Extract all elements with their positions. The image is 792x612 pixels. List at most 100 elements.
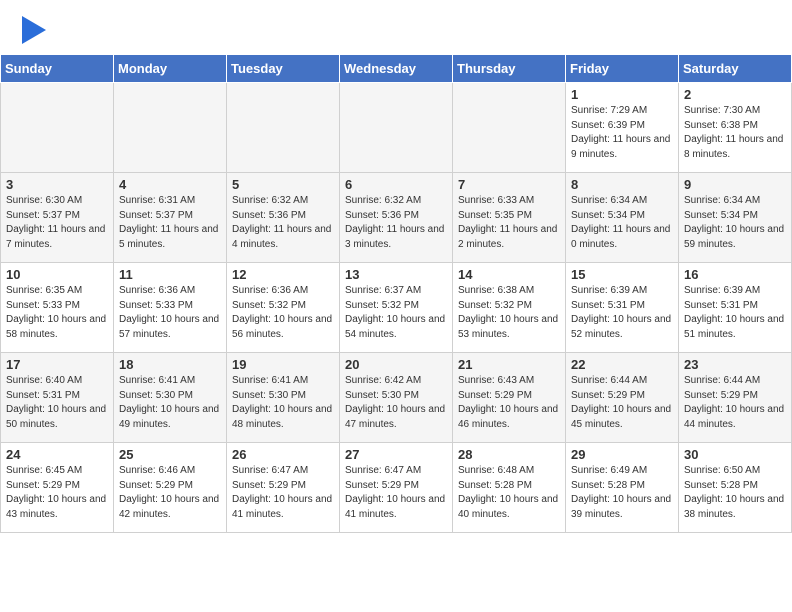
calendar-day-cell: 3 Sunrise: 6:30 AM Sunset: 5:37 PM Daylig…: [1, 173, 114, 263]
logo-icon: [22, 16, 46, 44]
weekday-header-friday: Friday: [566, 55, 679, 83]
day-number: 10: [6, 267, 108, 282]
day-info: Sunrise: 6:32 AM Sunset: 5:36 PM Dayligh…: [345, 194, 447, 252]
day-info: Sunrise: 6:49 AM Sunset: 5:28 PM Dayligh…: [571, 464, 673, 522]
day-number: 20: [345, 357, 447, 372]
calendar-day-cell: 23 Sunrise: 6:44 AM Sunset: 5:29 PM Dayli…: [679, 353, 792, 443]
day-info: Sunrise: 6:36 AM Sunset: 5:33 PM Dayligh…: [119, 284, 221, 342]
weekday-header-sunday: Sunday: [1, 55, 114, 83]
calendar-day-cell: 2 Sunrise: 7:30 AM Sunset: 6:38 PM Daylig…: [679, 83, 792, 173]
day-number: 17: [6, 357, 108, 372]
day-number: 12: [232, 267, 334, 282]
calendar-day-cell: 16 Sunrise: 6:39 AM Sunset: 5:31 PM Dayli…: [679, 263, 792, 353]
day-info: Sunrise: 6:39 AM Sunset: 5:31 PM Dayligh…: [684, 284, 786, 342]
day-number: 1: [571, 87, 673, 102]
day-number: 29: [571, 447, 673, 462]
day-info: Sunrise: 6:33 AM Sunset: 5:35 PM Dayligh…: [458, 194, 560, 252]
calendar-day-cell: 17Sunrise: 6:40 AM Sunset: 5:31 PM Dayli…: [1, 353, 114, 443]
day-info: Sunrise: 7:30 AM Sunset: 6:38 PM Dayligh…: [684, 104, 786, 162]
weekday-header-wednesday: Wednesday: [340, 55, 453, 83]
day-number: 11: [119, 267, 221, 282]
day-number: 23: [684, 357, 786, 372]
calendar-week-row: 3 Sunrise: 6:30 AM Sunset: 5:37 PM Daylig…: [1, 173, 792, 263]
calendar-week-row: 10Sunrise: 6:35 AM Sunset: 5:33 PM Dayli…: [1, 263, 792, 353]
calendar-day-cell: [1, 83, 114, 173]
calendar-day-cell: 26 Sunrise: 6:47 AM Sunset: 5:29 PM Dayli…: [227, 443, 340, 533]
calendar-day-cell: 13 Sunrise: 6:37 AM Sunset: 5:32 PM Dayli…: [340, 263, 453, 353]
day-number: 9: [684, 177, 786, 192]
day-info: Sunrise: 6:47 AM Sunset: 5:29 PM Dayligh…: [232, 464, 334, 522]
day-number: 25: [119, 447, 221, 462]
day-info: Sunrise: 6:39 AM Sunset: 5:31 PM Dayligh…: [571, 284, 673, 342]
calendar-day-cell: 14 Sunrise: 6:38 AM Sunset: 5:32 PM Dayli…: [453, 263, 566, 353]
calendar-day-cell: 12 Sunrise: 6:36 AM Sunset: 5:32 PM Dayli…: [227, 263, 340, 353]
day-info: Sunrise: 6:37 AM Sunset: 5:32 PM Dayligh…: [345, 284, 447, 342]
day-number: 6: [345, 177, 447, 192]
day-info: Sunrise: 6:47 AM Sunset: 5:29 PM Dayligh…: [345, 464, 447, 522]
day-number: 8: [571, 177, 673, 192]
day-number: 26: [232, 447, 334, 462]
day-number: 2: [684, 87, 786, 102]
calendar-day-cell: 6 Sunrise: 6:32 AM Sunset: 5:36 PM Daylig…: [340, 173, 453, 263]
calendar-day-cell: 4 Sunrise: 6:31 AM Sunset: 5:37 PM Daylig…: [114, 173, 227, 263]
day-number: 30: [684, 447, 786, 462]
day-number: 27: [345, 447, 447, 462]
day-number: 19: [232, 357, 334, 372]
calendar-day-cell: 20 Sunrise: 6:42 AM Sunset: 5:30 PM Dayli…: [340, 353, 453, 443]
weekday-header-row: SundayMondayTuesdayWednesdayThursdayFrid…: [1, 55, 792, 83]
calendar-day-cell: 29 Sunrise: 6:49 AM Sunset: 5:28 PM Dayli…: [566, 443, 679, 533]
day-number: 4: [119, 177, 221, 192]
calendar-day-cell: 8Sunrise: 6:34 AM Sunset: 5:34 PM Daylig…: [566, 173, 679, 263]
day-number: 21: [458, 357, 560, 372]
calendar-week-row: 24 Sunrise: 6:45 AM Sunset: 5:29 PM Dayli…: [1, 443, 792, 533]
calendar-week-row: 1 Sunrise: 7:29 AM Sunset: 6:39 PM Daylig…: [1, 83, 792, 173]
calendar-table: SundayMondayTuesdayWednesdayThursdayFrid…: [0, 54, 792, 533]
calendar-week-row: 17Sunrise: 6:40 AM Sunset: 5:31 PM Dayli…: [1, 353, 792, 443]
day-info: Sunrise: 6:44 AM Sunset: 5:29 PM Dayligh…: [571, 374, 673, 432]
calendar-day-cell: [453, 83, 566, 173]
day-info: Sunrise: 6:44 AM Sunset: 5:29 PM Dayligh…: [684, 374, 786, 432]
weekday-header-thursday: Thursday: [453, 55, 566, 83]
day-info: Sunrise: 6:42 AM Sunset: 5:30 PM Dayligh…: [345, 374, 447, 432]
day-info: Sunrise: 6:48 AM Sunset: 5:28 PM Dayligh…: [458, 464, 560, 522]
weekday-header-monday: Monday: [114, 55, 227, 83]
calendar-day-cell: [227, 83, 340, 173]
calendar-day-cell: 1 Sunrise: 7:29 AM Sunset: 6:39 PM Daylig…: [566, 83, 679, 173]
day-info: Sunrise: 7:29 AM Sunset: 6:39 PM Dayligh…: [571, 104, 673, 162]
day-number: 24: [6, 447, 108, 462]
day-info: Sunrise: 6:46 AM Sunset: 5:29 PM Dayligh…: [119, 464, 221, 522]
day-info: Sunrise: 6:45 AM Sunset: 5:29 PM Dayligh…: [6, 464, 108, 522]
day-number: 18: [119, 357, 221, 372]
day-info: Sunrise: 6:38 AM Sunset: 5:32 PM Dayligh…: [458, 284, 560, 342]
day-number: 13: [345, 267, 447, 282]
calendar-day-cell: [114, 83, 227, 173]
day-info: Sunrise: 6:43 AM Sunset: 5:29 PM Dayligh…: [458, 374, 560, 432]
day-info: Sunrise: 6:34 AM Sunset: 5:34 PM Dayligh…: [684, 194, 786, 252]
day-number: 5: [232, 177, 334, 192]
day-info: Sunrise: 6:31 AM Sunset: 5:37 PM Dayligh…: [119, 194, 221, 252]
day-info: Sunrise: 6:32 AM Sunset: 5:36 PM Dayligh…: [232, 194, 334, 252]
calendar-day-cell: 30 Sunrise: 6:50 AM Sunset: 5:28 PM Dayli…: [679, 443, 792, 533]
day-info: Sunrise: 6:30 AM Sunset: 5:37 PM Dayligh…: [6, 194, 108, 252]
calendar-day-cell: 27 Sunrise: 6:47 AM Sunset: 5:29 PM Dayli…: [340, 443, 453, 533]
calendar-day-cell: 18 Sunrise: 6:41 AM Sunset: 5:30 PM Dayli…: [114, 353, 227, 443]
day-number: 3: [6, 177, 108, 192]
day-number: 28: [458, 447, 560, 462]
day-number: 16: [684, 267, 786, 282]
calendar-day-cell: 21 Sunrise: 6:43 AM Sunset: 5:29 PM Dayli…: [453, 353, 566, 443]
day-info: Sunrise: 6:50 AM Sunset: 5:28 PM Dayligh…: [684, 464, 786, 522]
calendar-day-cell: [340, 83, 453, 173]
logo: [20, 16, 46, 44]
day-info: Sunrise: 6:41 AM Sunset: 5:30 PM Dayligh…: [119, 374, 221, 432]
day-info: Sunrise: 6:36 AM Sunset: 5:32 PM Dayligh…: [232, 284, 334, 342]
calendar-day-cell: 9 Sunrise: 6:34 AM Sunset: 5:34 PM Daylig…: [679, 173, 792, 263]
day-number: 14: [458, 267, 560, 282]
day-info: Sunrise: 6:41 AM Sunset: 5:30 PM Dayligh…: [232, 374, 334, 432]
calendar-day-cell: 24 Sunrise: 6:45 AM Sunset: 5:29 PM Dayli…: [1, 443, 114, 533]
calendar-day-cell: 5 Sunrise: 6:32 AM Sunset: 5:36 PM Daylig…: [227, 173, 340, 263]
calendar-day-cell: 25 Sunrise: 6:46 AM Sunset: 5:29 PM Dayli…: [114, 443, 227, 533]
calendar-day-cell: 11 Sunrise: 6:36 AM Sunset: 5:33 PM Dayli…: [114, 263, 227, 353]
page-header: [0, 0, 792, 54]
calendar-day-cell: 28 Sunrise: 6:48 AM Sunset: 5:28 PM Dayli…: [453, 443, 566, 533]
day-number: 7: [458, 177, 560, 192]
